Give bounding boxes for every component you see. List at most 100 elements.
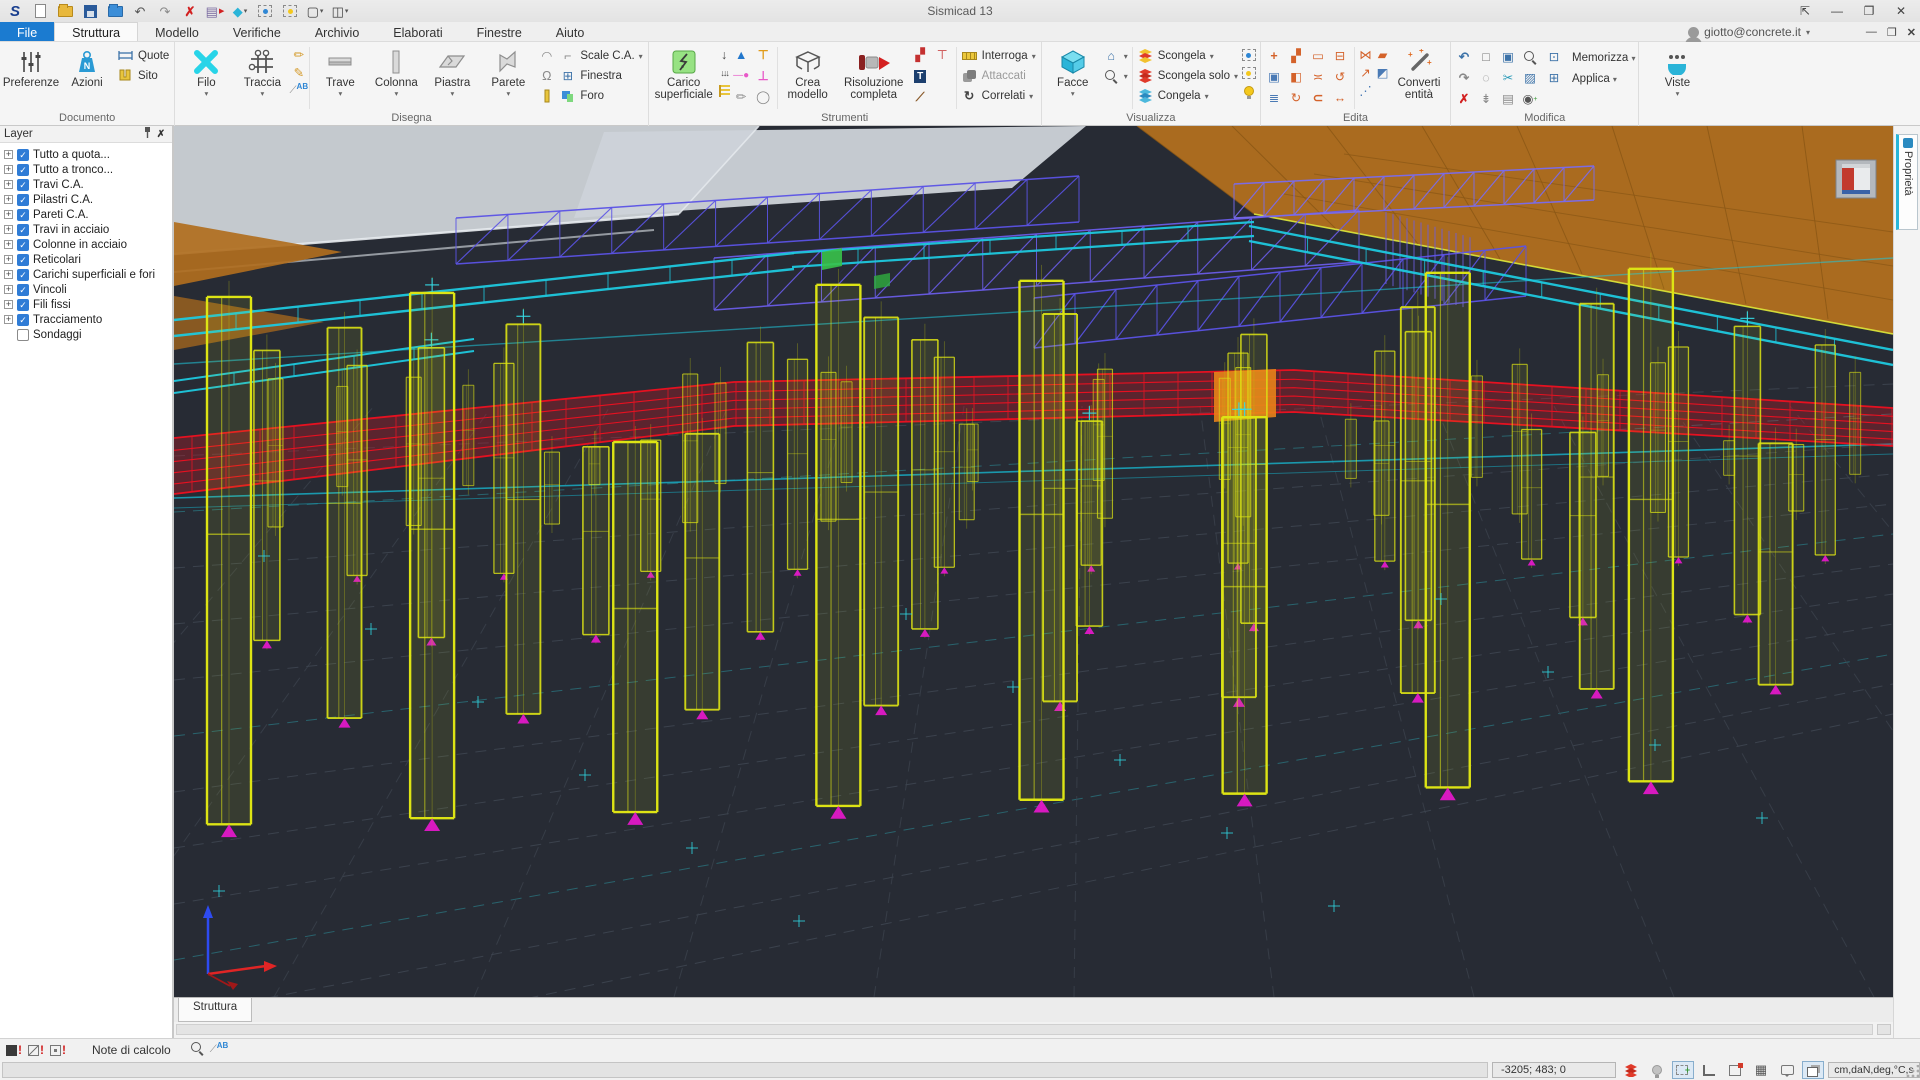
window-button[interactable]: ▢▾ [306, 3, 324, 20]
bulb-state-button[interactable] [1646, 1061, 1668, 1079]
expand-icon[interactable]: + [4, 270, 13, 279]
redo-history-icon[interactable]: ↷ [1454, 69, 1474, 88]
link-node-icon[interactable]: —● [733, 68, 750, 84]
tab-aiuto[interactable]: Aiuto [539, 22, 602, 41]
resize-grip[interactable] [1905, 1065, 1919, 1079]
expand-icon[interactable]: + [4, 240, 13, 249]
red-beam-tool-icon[interactable]: ⊤ [934, 47, 951, 63]
trave-button[interactable]: Trave ▾ [312, 44, 368, 99]
carico-superficiale-button[interactable]: Carico superficiale [652, 44, 716, 102]
layer-tree-item[interactable]: +✓Tutto a quota... [4, 147, 172, 162]
expand-icon[interactable]: + [4, 285, 13, 294]
lightbulb-icon[interactable] [1240, 83, 1257, 99]
open-folder-button[interactable] [56, 3, 74, 20]
wrap-icon[interactable]: ⊂ [1308, 89, 1328, 108]
layer-visibility-checkbox[interactable]: ✓ [17, 299, 29, 311]
trim-icon[interactable]: ⊟ [1330, 47, 1350, 66]
document-tab-struttura[interactable]: Struttura [178, 998, 252, 1022]
save-button[interactable] [81, 3, 99, 20]
purge-icon[interactable]: ⇟ [1476, 90, 1496, 109]
zoom-button[interactable]: ▾ [1101, 67, 1130, 85]
layer-visibility-checkbox[interactable]: ✓ [17, 149, 29, 161]
plot-button[interactable]: ▤▶ [206, 3, 224, 20]
layer-visibility-checkbox[interactable]: ✓ [17, 314, 29, 326]
layer-tree-item[interactable]: +✓Pilastri C.A. [4, 192, 172, 207]
close-button[interactable]: ✕ [1886, 1, 1916, 21]
azioni-button[interactable]: N Azioni [59, 44, 115, 89]
expand-icon[interactable]: + [4, 210, 13, 219]
delete-button[interactable]: ✗ [181, 3, 199, 20]
pencil-edit-icon[interactable]: ✎ [290, 65, 307, 81]
solid-warning-button[interactable]: ! [6, 1044, 22, 1056]
load-list-icon[interactable] [716, 83, 733, 99]
expand-icon[interactable]: + [4, 195, 13, 204]
layer-visibility-checkbox[interactable] [17, 329, 29, 341]
layer-tree-item[interactable]: +✓Vincoli [4, 282, 172, 297]
apply-view-icon[interactable]: ⊞ [1544, 69, 1564, 88]
expand-icon[interactable]: + [4, 150, 13, 159]
open-project-button[interactable] [106, 3, 124, 20]
layer-tree-item[interactable]: Sondaggi [4, 327, 172, 342]
layer-visibility-checkbox[interactable]: ✓ [17, 164, 29, 176]
snap-toggle[interactable] [1724, 1061, 1746, 1079]
tab-verifiche[interactable]: Verifiche [216, 22, 298, 41]
polyline-edit-icon[interactable]: ↗ [1357, 65, 1374, 81]
sito-button[interactable]: Sito [115, 67, 171, 85]
clipboard-icon[interactable]: ▤ [1498, 90, 1518, 109]
layers-state-button[interactable] [1620, 1061, 1642, 1079]
search-entity-icon[interactable] [1520, 48, 1540, 67]
image-icon[interactable]: ▨ [1520, 69, 1540, 88]
match-properties-icon[interactable]: ▰ [1374, 47, 1391, 63]
parete-button[interactable]: Parete ▾ [480, 44, 536, 99]
attaccati-button[interactable]: Attaccati [959, 67, 1038, 85]
interroga-button[interactable]: Interroga ▾ [959, 47, 1038, 65]
layer-tree-item[interactable]: +✓Pareti C.A. [4, 207, 172, 222]
crea-modello-button[interactable]: Crea modello [780, 44, 836, 102]
isolate-selection-icon[interactable] [1240, 47, 1257, 63]
layer-visibility-checkbox[interactable]: ✓ [17, 179, 29, 191]
expand-icon[interactable]: + [4, 255, 13, 264]
grid-toggle[interactable]: ▦ [1750, 1061, 1772, 1079]
layer-tree-item[interactable]: +✓Colonne in acciaio [4, 237, 172, 252]
filo-button[interactable]: Filo ▾ [178, 44, 234, 99]
layer-tree-item[interactable]: +✓Fili fissi [4, 297, 172, 312]
new-document-button[interactable] [31, 3, 49, 20]
hatch-warning-button[interactable]: ! [28, 1044, 44, 1056]
join-nodes-icon[interactable]: ⋈ [1357, 47, 1374, 63]
applica-label[interactable]: Applica ▾ [1570, 73, 1635, 85]
rotate-icon[interactable]: ↺ [1330, 68, 1350, 87]
memorizza-label[interactable]: Memorizza ▾ [1570, 52, 1635, 64]
tab-archivio[interactable]: Archivio [298, 22, 376, 41]
move-icon[interactable]: + [1264, 47, 1284, 66]
layer-tree-item[interactable]: +✓Travi in acciaio [4, 222, 172, 237]
pencil-icon[interactable]: ✏ [290, 47, 307, 63]
tab-file[interactable]: File [0, 22, 54, 41]
quote-button[interactable]: Quote [115, 47, 171, 65]
node-snap-icon[interactable]: ⋰ [1357, 83, 1374, 99]
line-load-icon[interactable]: ↓↓↓ [716, 65, 733, 81]
traccia-button[interactable]: Traccia ▾ [234, 44, 290, 99]
finestra-button[interactable]: Ω ⊞ Finestra [536, 67, 644, 85]
layer-tree-item[interactable]: +✓Travi C.A. [4, 177, 172, 192]
array-icon[interactable]: ≣ [1264, 89, 1284, 108]
dynamic-ucs-toggle[interactable] [1802, 1061, 1824, 1079]
add-to-selection-toggle[interactable]: + [1672, 1061, 1694, 1079]
pin-support-icon[interactable]: ⊥ [755, 68, 772, 84]
risoluzione-completa-button[interactable]: Risoluzione completa [836, 44, 912, 102]
layer-visibility-checkbox[interactable]: ✓ [17, 269, 29, 281]
text-style-icon[interactable]: T [912, 68, 929, 84]
tab-finestre[interactable]: Finestre [460, 22, 539, 41]
select-highlight-button[interactable] [256, 3, 274, 20]
rotate-copy-icon[interactable]: ↻ [1286, 89, 1306, 108]
delete-entity-icon[interactable]: ✗ [1454, 90, 1474, 109]
view-window-button[interactable]: ⌂▾ [1101, 47, 1130, 65]
scongela-solo-button[interactable]: Scongela solo ▾ [1135, 67, 1240, 85]
align-icon[interactable]: ≍ [1308, 68, 1328, 87]
restore-button[interactable]: ❐ [1854, 1, 1884, 21]
congela-button[interactable]: Congela ▾ [1135, 87, 1240, 105]
select-dashed-icon[interactable]: ◌ [1476, 69, 1496, 88]
layer-tree-item[interactable]: +✓Carichi superficiali e fori [4, 267, 172, 282]
expand-icon[interactable]: + [4, 180, 13, 189]
scongela-button[interactable]: Scongela ▾ [1135, 47, 1240, 65]
viste-button[interactable]: Viste ▾ [1649, 44, 1705, 99]
